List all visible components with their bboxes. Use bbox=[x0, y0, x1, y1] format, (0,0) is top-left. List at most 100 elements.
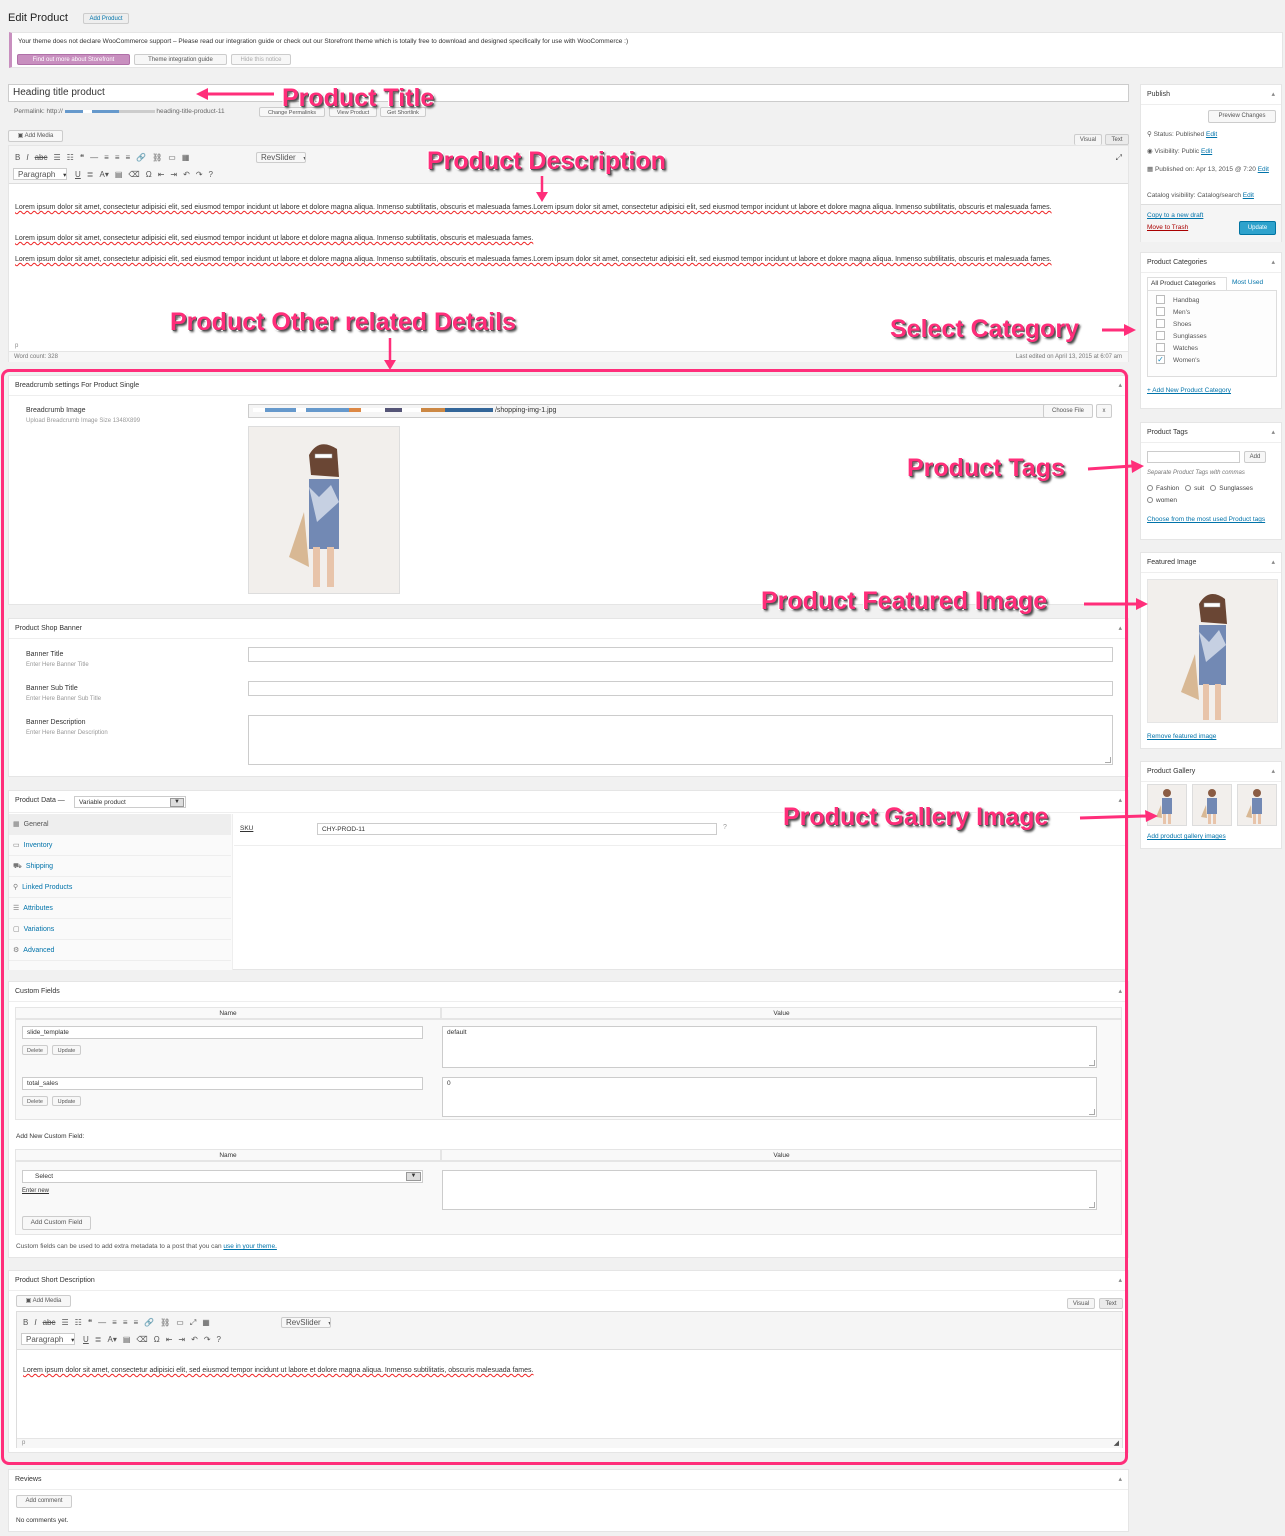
undo-icon[interactable]: ↶ bbox=[183, 170, 190, 179]
bullet-list-icon[interactable]: ☰ bbox=[53, 153, 60, 162]
toolbar-row-1: B Iabc ☰ ☷ ❝ — ≡ ≡ ≡ 🔗 ⛓ ▭ ▦ bbox=[15, 153, 195, 162]
edit-catalog-link[interactable]: Edit bbox=[1243, 192, 1254, 199]
choose-tags-link[interactable]: Choose from the most used Product tags bbox=[1147, 515, 1275, 524]
hr-icon[interactable]: — bbox=[90, 153, 98, 162]
tag-input[interactable] bbox=[1147, 451, 1240, 463]
reviews-header[interactable]: Reviews ▴ bbox=[9, 1470, 1128, 1490]
checkbox[interactable] bbox=[1156, 330, 1165, 340]
more-icon[interactable]: ▭ bbox=[168, 153, 176, 162]
collapse-icon[interactable]: ▴ bbox=[1271, 90, 1275, 98]
format-select[interactable]: Paragraph ▾ bbox=[13, 168, 67, 180]
add-gallery-images-link[interactable]: Add product gallery images bbox=[1147, 833, 1226, 840]
tag-label: Sunglasses bbox=[1219, 485, 1253, 492]
tag-item[interactable]: Fashion bbox=[1147, 485, 1179, 492]
quote-icon[interactable]: ❝ bbox=[80, 153, 84, 162]
tab-all-categories[interactable]: All Product Categories bbox=[1147, 277, 1227, 290]
product-title-input[interactable]: Heading title product bbox=[8, 84, 1129, 102]
category-item[interactable]: Watches bbox=[1156, 342, 1268, 355]
tag-item[interactable]: suit bbox=[1185, 485, 1204, 492]
arrow-icon bbox=[1079, 810, 1158, 822]
collapse-icon[interactable]: ▴ bbox=[1271, 767, 1275, 775]
copy-draft-link[interactable]: Copy to a new draft bbox=[1147, 212, 1203, 219]
gallery-thumb[interactable] bbox=[1237, 784, 1277, 826]
collapse-icon[interactable]: ▴ bbox=[1118, 1475, 1122, 1483]
tag-item[interactable]: Sunglasses bbox=[1210, 485, 1253, 492]
checkbox[interactable] bbox=[1156, 294, 1165, 304]
model-photo-icon bbox=[1148, 580, 1277, 722]
featured-image-header[interactable]: Featured Image ▴ bbox=[1141, 553, 1281, 573]
revslider-dropdown[interactable]: RevSlider ▾ bbox=[256, 152, 306, 163]
arrow-icon bbox=[1087, 460, 1144, 473]
link-icon[interactable]: 🔗 bbox=[136, 153, 146, 162]
update-button[interactable]: Update bbox=[1239, 221, 1276, 235]
edit-date-link[interactable]: Edit bbox=[1258, 166, 1269, 173]
storefront-button[interactable]: Find out more about Storefront bbox=[17, 54, 130, 65]
edit-visibility-link[interactable]: Edit bbox=[1201, 148, 1212, 155]
justify-icon[interactable]: ≣ bbox=[87, 170, 94, 179]
tag-item[interactable]: women bbox=[1147, 497, 1177, 504]
checkbox[interactable] bbox=[1156, 318, 1165, 328]
fullscreen-icon[interactable]: ⤢ bbox=[1116, 153, 1122, 163]
add-comment-button[interactable]: Add comment bbox=[16, 1495, 72, 1508]
hide-notice-button[interactable]: Hide this notice bbox=[231, 54, 291, 65]
remove-tag-icon[interactable] bbox=[1147, 497, 1153, 504]
category-item[interactable]: Shoes bbox=[1156, 318, 1268, 331]
category-label: Women's bbox=[1173, 357, 1200, 364]
outdent-icon[interactable]: ⇤ bbox=[158, 170, 165, 179]
add-tag-button[interactable]: Add bbox=[1244, 451, 1266, 463]
tab-most-used[interactable]: Most Used bbox=[1232, 279, 1263, 286]
text-color-icon[interactable]: A▾ bbox=[99, 170, 108, 179]
remove-tag-icon[interactable] bbox=[1147, 485, 1153, 492]
remove-featured-image-link[interactable]: Remove featured image bbox=[1147, 733, 1216, 740]
strike-icon[interactable]: abc bbox=[35, 153, 48, 162]
add-new-category-link[interactable]: + Add New Product Category bbox=[1147, 387, 1231, 394]
permalink-label: Permalink: bbox=[14, 108, 45, 115]
tab-text[interactable]: Text bbox=[1105, 134, 1129, 145]
checkbox[interactable] bbox=[1156, 306, 1165, 316]
italic-icon[interactable]: I bbox=[26, 153, 28, 162]
help-icon[interactable]: ? bbox=[209, 170, 213, 179]
featured-image[interactable] bbox=[1147, 579, 1278, 723]
paste-text-icon[interactable]: ▤ bbox=[115, 170, 123, 179]
remove-tag-icon[interactable] bbox=[1210, 485, 1217, 492]
remove-tag-icon[interactable] bbox=[1185, 485, 1192, 492]
toolbar-toggle-icon[interactable]: ▦ bbox=[182, 153, 190, 162]
align-center-icon[interactable]: ≡ bbox=[115, 153, 120, 162]
move-to-trash-link[interactable]: Move to Trash bbox=[1147, 224, 1188, 231]
categories-header[interactable]: Product Categories ▴ bbox=[1141, 253, 1281, 273]
permalink-slug[interactable]: heading-title-product-11 bbox=[156, 108, 224, 115]
category-item[interactable]: ✓ Women's bbox=[1156, 354, 1268, 367]
categories-title: Product Categories bbox=[1147, 259, 1207, 266]
special-char-icon[interactable]: Ω bbox=[146, 170, 152, 179]
collapse-icon[interactable]: ▴ bbox=[1271, 558, 1275, 566]
redo-icon[interactable]: ↷ bbox=[196, 170, 203, 179]
underline-icon[interactable]: U bbox=[75, 170, 81, 179]
gallery-header[interactable]: Product Gallery ▴ bbox=[1141, 762, 1281, 782]
add-media-button[interactable]: ▣ Add Media bbox=[8, 130, 63, 142]
clear-format-icon[interactable]: ⌫ bbox=[128, 170, 139, 179]
category-item[interactable]: Sunglasses bbox=[1156, 330, 1268, 343]
tab-visual[interactable]: Visual bbox=[1074, 134, 1102, 145]
tags-header[interactable]: Product Tags ▴ bbox=[1141, 423, 1281, 443]
tags-hint: Separate Product Tags with commas bbox=[1147, 470, 1245, 476]
publish-header[interactable]: Publish ▴ bbox=[1141, 85, 1281, 105]
add-product-button[interactable]: Add Product bbox=[83, 13, 129, 24]
category-item[interactable]: Handbag bbox=[1156, 294, 1268, 307]
preview-changes-button[interactable]: Preview Changes bbox=[1208, 110, 1276, 123]
integration-guide-button[interactable]: Theme integration guide bbox=[134, 54, 227, 65]
align-right-icon[interactable]: ≡ bbox=[125, 153, 130, 162]
bold-icon[interactable]: B bbox=[15, 153, 20, 162]
checkbox[interactable] bbox=[1156, 342, 1165, 352]
collapse-icon[interactable]: ▴ bbox=[1271, 428, 1275, 436]
category-item[interactable]: Men's bbox=[1156, 306, 1268, 319]
gallery-thumb[interactable] bbox=[1192, 784, 1232, 826]
align-left-icon[interactable]: ≡ bbox=[104, 153, 109, 162]
collapse-icon[interactable]: ▴ bbox=[1271, 258, 1275, 266]
publish-actions: Copy to a new draft Move to Trash Update bbox=[1141, 204, 1281, 242]
edit-status-link[interactable]: Edit bbox=[1206, 131, 1217, 138]
unlink-icon[interactable]: ⛓ bbox=[152, 153, 162, 162]
indent-icon[interactable]: ⇥ bbox=[170, 170, 177, 179]
category-list: Handbag Men's Shoes Sunglasses Watches ✓… bbox=[1147, 290, 1277, 377]
checkbox-checked-icon[interactable]: ✓ bbox=[1156, 354, 1165, 364]
number-list-icon[interactable]: ☷ bbox=[67, 153, 74, 162]
